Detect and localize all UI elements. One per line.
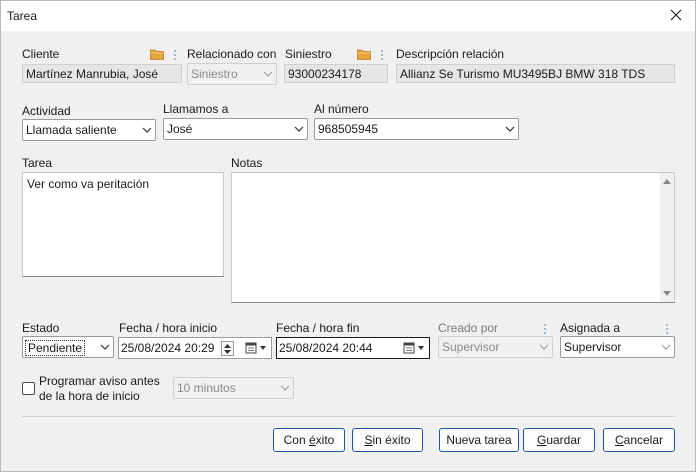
relation-label: Descripción relación [396,47,505,61]
chevron-down-icon [100,344,110,350]
end-datetime[interactable]: 25/08/2024 20:44 [276,337,430,359]
assigned-value: Supervisor [564,340,622,354]
end-value: 25/08/2024 20:44 [279,341,373,355]
calendar-icon[interactable] [243,340,269,356]
task-label: Tarea [22,156,53,170]
status-select[interactable]: Pendiente [22,336,114,358]
title-bar: Tarea [1,1,695,31]
status-label: Estado [22,321,60,335]
fail-button[interactable]: Sin éxito [352,428,423,452]
reminder-select: 10 minutos [173,377,294,399]
folder-icon[interactable] [357,48,371,60]
folder-icon[interactable] [150,48,164,60]
spin-up-icon[interactable] [224,343,231,348]
new-task-button[interactable]: Nueva tarea [439,428,519,452]
reminder-label-line1: Programar aviso antes [39,374,160,388]
scroll-down-icon[interactable] [663,291,671,297]
activity-select[interactable]: Llamada saliente [22,119,156,141]
start-datetime[interactable]: 25/08/2024 20:29 [118,337,272,359]
created-options-icon[interactable] [543,323,547,335]
notes-label: Notas [231,156,263,170]
related-select: Siniestro [187,63,277,85]
calendar-icon[interactable] [401,340,427,356]
end-label: Fecha / hora fin [276,321,360,335]
task-dialog: Tarea Cliente Martínez Manrubia, José Re… [0,0,696,472]
called-label: Llamamos a [163,102,229,116]
chevron-down-icon [280,385,290,391]
created-value: Supervisor [442,340,500,354]
activity-label: Actividad [22,104,71,118]
called-value: José [167,122,193,136]
cancel-button[interactable]: Cancelar [603,428,675,452]
footer-divider [22,416,675,417]
client-field[interactable]: Martínez Manrubia, José [22,64,182,83]
notes-scrollbar[interactable] [660,173,674,302]
chevron-down-icon [142,127,152,133]
client-options-icon[interactable] [173,49,177,61]
chevron-down-icon [505,126,515,132]
claim-label: Siniestro [285,47,332,61]
created-select: Supervisor [438,336,553,358]
client-label: Cliente [22,47,60,61]
start-value: 25/08/2024 20:29 [121,341,215,355]
reminder-value: 10 minutos [177,381,236,395]
start-spinner[interactable] [221,341,234,356]
relation-field[interactable]: Allianz Se Turismo MU3495BJ BMW 318 TDS [396,64,675,83]
chevron-down-icon [539,344,549,350]
close-icon[interactable] [665,4,687,26]
called-select[interactable]: José [163,118,308,140]
task-textarea[interactable]: Ver como va peritación [22,172,224,277]
notes-textarea[interactable] [231,172,675,303]
claim-options-icon[interactable] [380,49,384,61]
created-label: Creado por [438,321,499,335]
activity-value: Llamada saliente [26,123,117,137]
task-text: Ver como va peritación [27,177,150,191]
reminder-checkbox[interactable] [22,382,35,395]
related-label: Relacionado con [187,47,277,61]
spin-down-icon[interactable] [224,350,231,355]
reminder-label: Programar aviso antes de la hora de inic… [39,374,160,404]
chevron-down-icon [263,71,273,77]
number-select[interactable]: 968505945 [314,118,519,140]
assigned-options-icon[interactable] [665,323,669,335]
chevron-down-icon [294,126,304,132]
related-value: Siniestro [191,67,238,81]
chevron-down-icon [661,344,671,350]
assigned-select[interactable]: Supervisor [560,336,675,358]
success-button[interactable]: Con éxito [273,428,345,452]
window-title: Tarea [7,9,38,23]
claim-field[interactable]: 93000234178 [284,64,388,83]
status-value: Pendiente [25,340,86,356]
number-label: Al número [314,102,369,116]
number-value: 968505945 [318,122,379,136]
assigned-label: Asignada a [560,321,621,335]
start-label: Fecha / hora inicio [119,321,218,335]
scroll-up-icon[interactable] [663,178,671,184]
reminder-label-line2: de la hora de inicio [39,389,140,403]
save-button[interactable]: Guardar [523,428,595,452]
